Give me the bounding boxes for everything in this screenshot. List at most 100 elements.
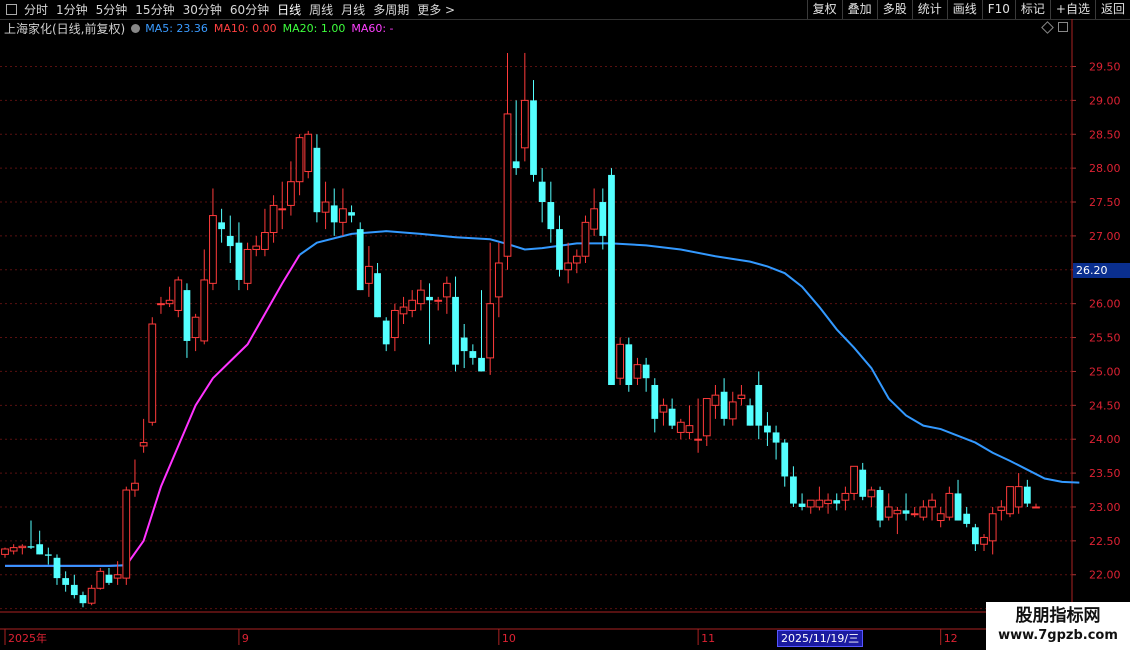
x-tick-label: 9 xyxy=(242,632,249,645)
y-tick-label: 29.00 xyxy=(1089,94,1121,107)
candle-body xyxy=(746,405,754,426)
candle-body xyxy=(426,296,433,301)
tab-period[interactable]: 15分钟 xyxy=(135,1,174,18)
candle xyxy=(685,405,694,440)
back-button[interactable]: 返回 xyxy=(1094,0,1130,19)
candle-body xyxy=(209,215,217,284)
tab-period[interactable]: 分时 xyxy=(24,1,48,18)
candle xyxy=(1032,503,1040,509)
candle xyxy=(910,506,919,518)
tab-more[interactable]: 更多 > xyxy=(417,1,455,18)
y-tick-label: 22.00 xyxy=(1089,569,1121,582)
candle-body xyxy=(711,394,720,406)
mark-button[interactable]: 标记 xyxy=(1014,0,1050,19)
candle xyxy=(928,493,936,521)
candle xyxy=(659,398,668,426)
candle xyxy=(348,205,355,223)
candle-body xyxy=(893,509,902,515)
candle-body xyxy=(503,113,512,257)
candle xyxy=(478,290,485,372)
candle-body xyxy=(625,344,633,385)
candle-body xyxy=(859,469,867,497)
tab-period[interactable]: 5分钟 xyxy=(96,1,128,18)
candle-body xyxy=(157,303,165,306)
multi-stock-button[interactable]: 多股 xyxy=(876,0,912,19)
candle xyxy=(530,80,537,182)
overlay-button[interactable]: 叠加 xyxy=(841,0,877,19)
candle xyxy=(416,279,425,311)
candle xyxy=(27,520,35,549)
kline-chart[interactable]: 29.5029.0028.5028.0027.5027.0026.5026.00… xyxy=(0,19,1130,650)
candle-body xyxy=(764,425,771,433)
candle-body xyxy=(997,506,1006,511)
candle-body xyxy=(9,547,18,552)
candle xyxy=(243,242,252,291)
candle xyxy=(70,574,78,599)
candle xyxy=(980,534,988,552)
candle xyxy=(538,168,546,223)
candle-body xyxy=(668,408,676,426)
candle xyxy=(902,493,910,521)
candle-body xyxy=(910,513,919,516)
candle xyxy=(815,486,824,511)
candle-body xyxy=(36,544,44,555)
candle xyxy=(824,493,832,514)
tab-period[interactable]: 月线 xyxy=(341,1,365,18)
candle xyxy=(252,235,261,257)
candle xyxy=(1023,479,1031,507)
candle-body xyxy=(269,204,278,234)
candle xyxy=(1,547,9,558)
adjust-button[interactable]: 复权 xyxy=(806,0,842,19)
f10-button[interactable]: F10 xyxy=(981,0,1015,19)
candle xyxy=(390,303,399,352)
tab-period[interactable]: 1分钟 xyxy=(56,1,88,18)
candle xyxy=(62,571,70,592)
candle xyxy=(165,286,174,308)
candle xyxy=(633,357,642,385)
candle xyxy=(867,486,876,507)
add-watchlist-button[interactable]: +自选 xyxy=(1049,0,1095,19)
candle-body xyxy=(633,364,642,379)
stats-button[interactable]: 统计 xyxy=(911,0,947,19)
date-crosshair-tag: 2025/11/19/三 xyxy=(777,630,864,647)
candle-body xyxy=(79,595,87,604)
tab-period[interactable]: 多周期 xyxy=(373,1,409,18)
tab-period-daily[interactable]: 日线 xyxy=(277,1,301,18)
candle-body xyxy=(790,476,797,504)
candle-body xyxy=(876,490,884,521)
candle-body xyxy=(919,506,928,518)
candle xyxy=(859,462,867,501)
draw-button[interactable]: 画线 xyxy=(946,0,982,19)
candle xyxy=(772,425,780,460)
candle xyxy=(148,317,157,426)
candle-body xyxy=(18,545,27,549)
candle-body xyxy=(1,548,9,555)
candle xyxy=(261,208,269,257)
candle-body xyxy=(815,499,824,508)
action-buttons: 复权 叠加 多股 统计 画线 F10 标记 +自选 返回 xyxy=(806,0,1130,19)
candle xyxy=(374,263,381,318)
candle xyxy=(764,412,771,446)
tab-period[interactable]: 30分钟 xyxy=(183,1,222,18)
candle-body xyxy=(702,398,711,437)
y-tick-label: 28.50 xyxy=(1089,128,1121,141)
x-tick-label: 12 xyxy=(944,632,958,645)
candle-body xyxy=(148,323,157,423)
candle-body xyxy=(616,343,625,379)
candle-body xyxy=(70,584,78,596)
candle-body xyxy=(720,391,728,419)
tab-period[interactable]: 60分钟 xyxy=(230,1,269,18)
candle xyxy=(79,591,87,608)
y-tick-label: 22.50 xyxy=(1089,535,1121,548)
candle xyxy=(87,584,96,606)
candle xyxy=(9,544,18,555)
candle-body xyxy=(313,147,321,213)
app-menu-icon[interactable] xyxy=(6,4,17,15)
candle-body xyxy=(659,404,668,413)
x-tick-label: 10 xyxy=(502,632,516,645)
candle-body xyxy=(434,299,443,302)
candle-body xyxy=(321,201,330,213)
candle xyxy=(131,459,139,497)
tab-period[interactable]: 周线 xyxy=(309,1,333,18)
y-tick-label: 29.50 xyxy=(1089,60,1121,73)
